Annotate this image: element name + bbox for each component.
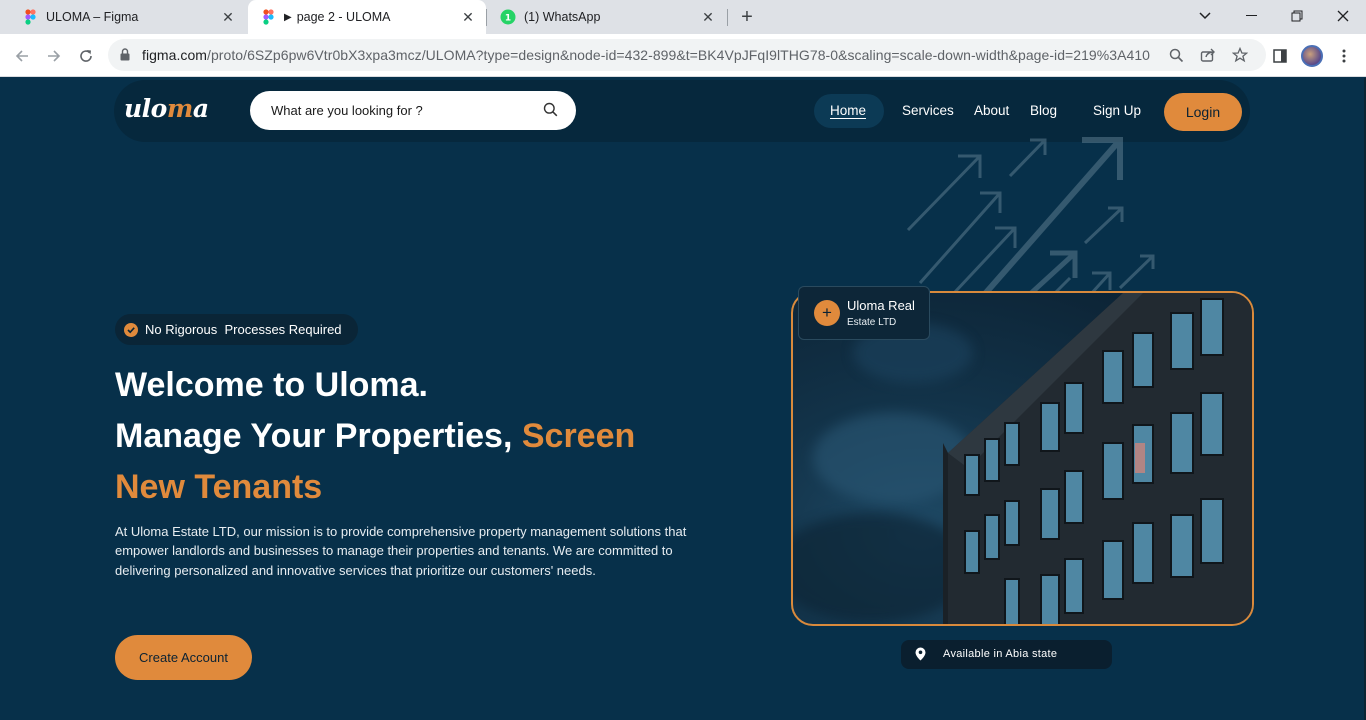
url-host: figma.com	[142, 47, 208, 63]
browser-tab-bar: ULOMA – Figma ✕ ▶ page 2 - ULOMA ✕ 1 (1)…	[0, 0, 1366, 34]
close-tab-icon[interactable]: ✕	[700, 9, 716, 25]
nav-services-link[interactable]: Services	[902, 103, 954, 118]
address-bar[interactable]: figma.com/proto/6SZp6pw6Vtr0bX3xpa3mcz/U…	[108, 39, 1266, 71]
hero-heading-line3: New Tenants	[115, 465, 322, 509]
uloma-logo[interactable]: uloma	[124, 94, 209, 123]
zoom-icon[interactable]	[1166, 45, 1186, 65]
heading-orange-text: Screen	[521, 417, 636, 455]
web-page: uloma What are you looking for ? Home Se…	[0, 78, 1366, 720]
plus-icon[interactable]: +	[814, 300, 840, 326]
nav-signup-link[interactable]: Sign Up	[1093, 103, 1141, 118]
forward-arrow-icon[interactable]	[40, 42, 68, 70]
create-account-button[interactable]: Create Account	[115, 635, 252, 680]
figma-icon	[260, 9, 276, 25]
close-window-icon[interactable]	[1320, 0, 1366, 32]
login-button[interactable]: Login	[1164, 93, 1242, 131]
feature-badge: No Rigorous Processes Required	[115, 314, 358, 345]
url-text[interactable]: figma.com/proto/6SZp6pw6Vtr0bX3xpa3mcz/U…	[142, 47, 1150, 63]
check-icon	[124, 323, 138, 337]
building-photo	[791, 291, 1254, 626]
browser-tab-whatsapp[interactable]: 1 (1) WhatsApp ✕	[488, 0, 726, 34]
logo-text: ulo	[124, 94, 167, 123]
whatsapp-icon: 1	[500, 9, 516, 25]
new-tab-button[interactable]: +	[736, 7, 758, 29]
tab-title: page 2 - ULOMA	[296, 10, 391, 24]
search-input[interactable]: What are you looking for ?	[271, 103, 423, 118]
tab-title: (1) WhatsApp	[524, 10, 601, 24]
bookmark-star-icon[interactable]	[1230, 45, 1250, 65]
company-name: Uloma Real	[847, 298, 915, 313]
browser-tab-uloma-figma[interactable]: ULOMA – Figma ✕	[10, 0, 246, 34]
browser-menu-icon[interactable]	[1332, 44, 1356, 68]
availability-badge: Available in Abia state	[901, 640, 1112, 669]
hero-heading-line1: Welcome to Uloma.	[115, 366, 428, 404]
profile-avatar[interactable]	[1300, 44, 1324, 68]
minimize-icon[interactable]	[1228, 0, 1274, 32]
company-subtitle: Estate LTD	[847, 317, 897, 328]
nav-home-label: Home	[830, 103, 867, 118]
reload-icon[interactable]	[72, 42, 100, 70]
heading-white-text: Manage Your Properties,	[115, 417, 522, 455]
close-tab-icon[interactable]: ✕	[460, 9, 476, 25]
nav-about-link[interactable]: About	[974, 103, 1009, 118]
logo-text-end: a	[192, 94, 209, 123]
search-icon[interactable]	[543, 102, 558, 122]
hero-heading-line2: Manage Your Properties, Screen	[115, 414, 635, 458]
search-bar[interactable]: What are you looking for ?	[250, 91, 576, 130]
side-panel-icon[interactable]	[1268, 44, 1292, 68]
url-path: /proto/6SZp6pw6Vtr0bX3xpa3mcz/ULOMA?type…	[207, 47, 1150, 63]
tab-search-icon[interactable]	[1182, 0, 1228, 32]
nav-blog-link[interactable]: Blog	[1030, 103, 1057, 118]
nav-home-link[interactable]: Home	[814, 94, 884, 128]
hero-description: At Uloma Estate LTD, our mission is to p…	[115, 524, 687, 578]
figma-icon	[22, 9, 38, 25]
badge-label: No Rigorous Processes Required	[145, 322, 342, 337]
logo-accent: m	[166, 94, 193, 123]
availability-text: Available in Abia state	[943, 648, 1058, 660]
lock-icon[interactable]	[120, 48, 130, 66]
heading-orange-text: New Tenants	[115, 468, 323, 506]
company-tag-card: + Uloma Real Estate LTD	[798, 286, 930, 340]
back-arrow-icon[interactable]	[8, 42, 36, 70]
play-icon: ▶	[284, 11, 292, 23]
share-icon[interactable]	[1198, 45, 1218, 65]
close-tab-icon[interactable]: ✕	[220, 9, 236, 25]
tab-title: ULOMA – Figma	[46, 10, 139, 24]
restore-icon[interactable]	[1274, 0, 1320, 32]
browser-toolbar: figma.com/proto/6SZp6pw6Vtr0bX3xpa3mcz/U…	[0, 34, 1366, 77]
tab-divider	[727, 9, 728, 26]
location-pin-icon	[915, 647, 926, 666]
tab-divider	[486, 9, 487, 26]
browser-tab-page2-uloma[interactable]: ▶ page 2 - ULOMA ✕	[248, 0, 486, 34]
svg-text:1: 1	[505, 14, 511, 24]
